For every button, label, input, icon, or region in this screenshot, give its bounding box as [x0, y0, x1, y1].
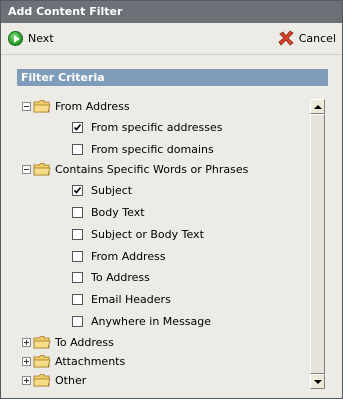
toolbar: Next Cancel [1, 23, 342, 55]
folder-icon [33, 355, 51, 368]
window-title: Add Content Filter [1, 1, 342, 23]
checkbox[interactable] [72, 293, 83, 305]
checkbox[interactable] [72, 143, 83, 155]
checkbox[interactable] [72, 250, 83, 262]
tree-node-other[interactable]: Other [22, 370, 86, 390]
criteria-item-email-headers[interactable]: Email Headers [72, 289, 171, 309]
criteria-item-subject-or-body[interactable]: Subject or Body Text [72, 224, 204, 244]
criteria-tree: From Address From specific addresses Fro… [17, 93, 328, 391]
checkbox[interactable] [72, 206, 83, 218]
next-arrow-icon [8, 30, 23, 46]
tree-node-attachments[interactable]: Attachments [22, 351, 125, 371]
criteria-item-subject[interactable]: Subject [72, 180, 132, 200]
folder-icon [33, 163, 51, 176]
tree-node-label: From Address [55, 99, 130, 113]
next-label: Next [28, 31, 54, 45]
scroll-up-arrow-icon[interactable] [310, 99, 325, 114]
folder-icon [33, 374, 51, 387]
tree-node-to-address[interactable]: To Address [22, 332, 114, 352]
tree-node-label: Attachments [55, 354, 126, 368]
cancel-label: Cancel [298, 31, 336, 45]
expand-icon[interactable] [22, 337, 31, 347]
checkbox[interactable] [72, 315, 83, 327]
criteria-item-anywhere-in-message[interactable]: Anywhere in Message [72, 311, 211, 331]
criteria-label: Anywhere in Message [91, 314, 212, 328]
tree-node-label: Other [55, 373, 87, 387]
dialog-window: Add Content Filter Next Cancel Filter Cr… [0, 0, 343, 399]
tree-node-label: Contains Specific Words or Phrases [55, 162, 249, 176]
criteria-label: Email Headers [91, 292, 171, 306]
tree-node-contains-words[interactable]: Contains Specific Words or Phrases [22, 159, 248, 179]
criteria-label: From specific domains [91, 142, 214, 156]
checkbox[interactable] [72, 184, 83, 196]
criteria-label: To Address [91, 270, 150, 284]
criteria-label: Body Text [91, 205, 145, 219]
next-button[interactable]: Next [8, 29, 54, 47]
tree-node-from-address[interactable]: From Address [22, 96, 130, 116]
tree-node-label: To Address [55, 335, 114, 349]
criteria-item-from-specific-addresses[interactable]: From specific addresses [72, 117, 223, 137]
criteria-item-to-address[interactable]: To Address [72, 267, 150, 287]
criteria-item-body-text[interactable]: Body Text [72, 202, 145, 222]
vertical-scrollbar[interactable] [310, 99, 325, 389]
collapse-icon[interactable] [22, 101, 31, 111]
criteria-label: From Address [91, 249, 166, 263]
folder-icon [33, 100, 51, 113]
expand-icon[interactable] [22, 356, 31, 366]
collapse-icon[interactable] [22, 164, 31, 174]
criteria-label: Subject [91, 183, 133, 197]
checkbox[interactable] [72, 121, 83, 133]
cancel-button[interactable]: Cancel [278, 29, 336, 47]
filter-criteria-header: Filter Criteria [17, 69, 328, 86]
expand-icon[interactable] [22, 375, 31, 385]
cancel-x-icon [278, 30, 294, 46]
scroll-thumb[interactable] [310, 114, 325, 374]
folder-icon [33, 336, 51, 349]
criteria-label: From specific addresses [91, 120, 223, 134]
criteria-label: Subject or Body Text [91, 227, 204, 241]
criteria-item-from-address[interactable]: From Address [72, 246, 166, 266]
criteria-item-from-specific-domains[interactable]: From specific domains [72, 139, 214, 159]
checkbox[interactable] [72, 228, 83, 240]
checkbox[interactable] [72, 271, 83, 283]
scroll-down-arrow-icon[interactable] [310, 374, 325, 389]
